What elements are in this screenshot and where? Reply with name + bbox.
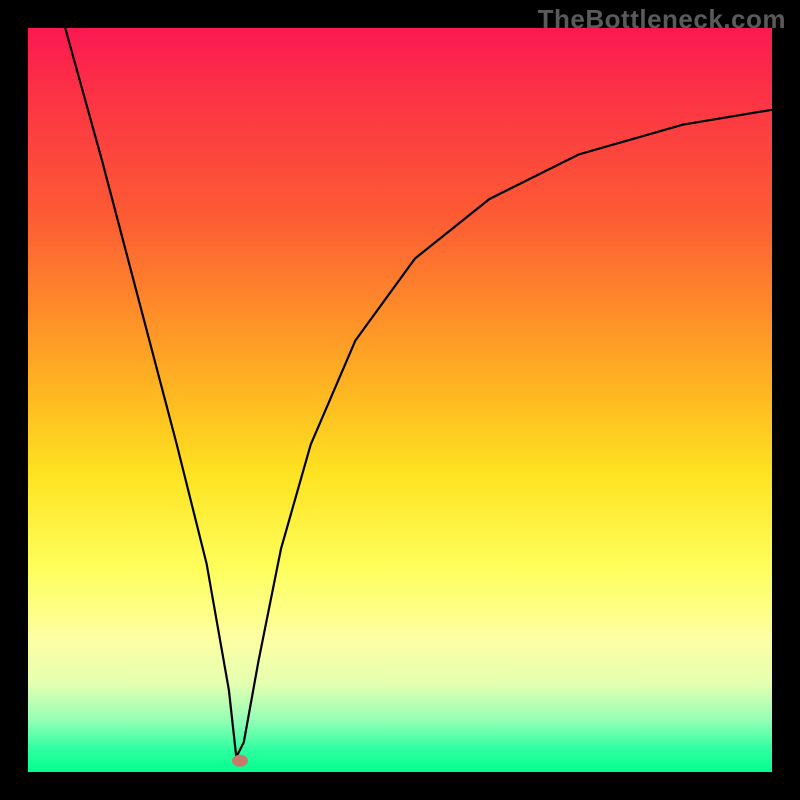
bottleneck-curve bbox=[65, 28, 772, 757]
curve-svg bbox=[28, 28, 772, 772]
plot-area bbox=[28, 28, 772, 772]
chart-frame: TheBottleneck.com bbox=[0, 0, 800, 800]
minimum-marker bbox=[232, 755, 248, 767]
